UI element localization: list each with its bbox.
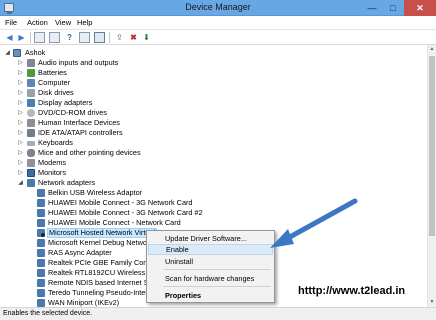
arrow-shaft (285, 198, 358, 241)
watermark: htttp://www.t2lead.in (298, 285, 406, 297)
annotation-arrow (270, 198, 358, 248)
arrow-head (270, 229, 294, 248)
